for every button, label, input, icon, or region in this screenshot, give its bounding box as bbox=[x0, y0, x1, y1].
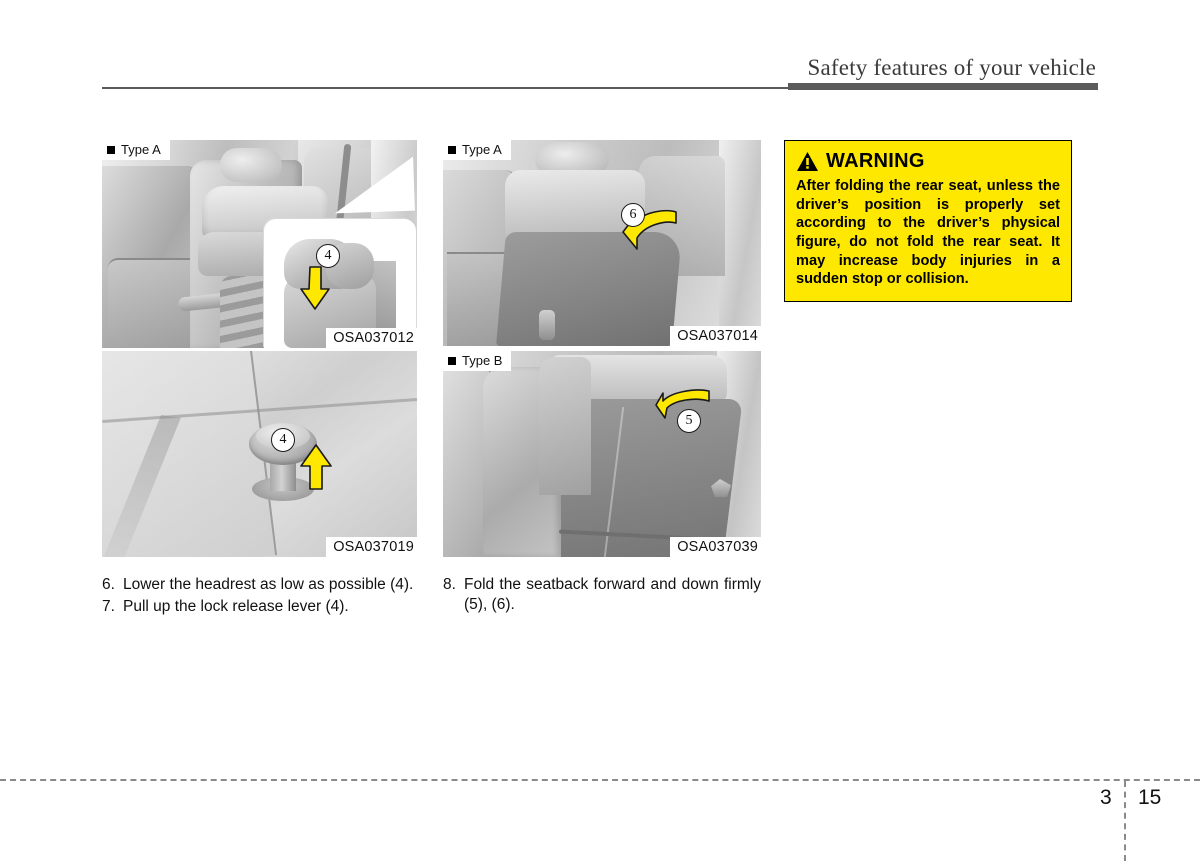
step-item-7: 7. Pull up the lock release lever (4). bbox=[102, 597, 417, 617]
left-column: 4 Type A OSA037012 4 OSA037019 6. Lower … bbox=[102, 140, 417, 620]
warning-body-text: After folding the rear seat, unless the … bbox=[796, 178, 1060, 288]
warning-title: WARNING bbox=[826, 150, 925, 172]
headrest-shape bbox=[220, 148, 282, 182]
figure-code-osa037012: OSA037012 bbox=[326, 328, 417, 348]
callout-4-lever: 4 bbox=[271, 428, 295, 452]
type-label-text: Type A bbox=[121, 142, 161, 157]
bullet-square-icon bbox=[448, 356, 456, 365]
illustration-lock-release-lever: 4 bbox=[102, 351, 417, 557]
callout-5: 5 bbox=[677, 409, 701, 433]
bullet-square-icon bbox=[107, 145, 115, 154]
footer-vertical-divider bbox=[1124, 781, 1126, 861]
step-number: 7. bbox=[102, 598, 115, 616]
type-label-a-mid: Type A bbox=[443, 140, 511, 160]
steps-middle-column: 8. Fold the seatback forward and down fi… bbox=[443, 575, 761, 616]
figure-lock-release-lever: 4 OSA037019 bbox=[102, 351, 417, 557]
steps-left-column: 6. Lower the headrest as low as possible… bbox=[102, 575, 417, 618]
page-header: Safety features of your vehicle bbox=[0, 0, 1200, 100]
figure-fold-seatback-type-a: 6 Type A OSA037014 bbox=[443, 140, 761, 346]
step-text: Lower the headrest as low as possible (4… bbox=[123, 576, 414, 593]
step-text: Fold the seatback forward and down firml… bbox=[464, 576, 761, 614]
illustration-headrest-type-a: 4 bbox=[102, 140, 417, 348]
figure-fold-seatback-type-b: 5 Type B OSA037039 bbox=[443, 351, 761, 557]
step-item-8: 8. Fold the seatback forward and down fi… bbox=[443, 575, 761, 616]
callout-6: 6 bbox=[621, 203, 645, 227]
illustration-fold-seatback-type-a: 6 bbox=[443, 140, 761, 346]
type-label-a: Type A bbox=[102, 140, 170, 160]
chapter-number: 3 bbox=[1100, 786, 1112, 809]
type-label-b: Type B bbox=[443, 351, 512, 371]
bullet-square-icon bbox=[448, 145, 456, 154]
figure-code-osa037019: OSA037019 bbox=[326, 537, 417, 557]
step-item-6: 6. Lower the headrest as low as possible… bbox=[102, 575, 417, 595]
seatback-upper-shape bbox=[539, 357, 591, 495]
figure-code-osa037039: OSA037039 bbox=[670, 537, 761, 557]
callout-4-inset: 4 bbox=[316, 244, 340, 268]
seat-latch-shape bbox=[539, 310, 555, 340]
step-number: 8. bbox=[443, 576, 456, 593]
window-highlight-shape bbox=[333, 156, 415, 214]
down-arrow-yellow bbox=[300, 266, 330, 310]
footer-divider bbox=[0, 779, 1200, 781]
step-text: Pull up the lock release lever (4). bbox=[123, 598, 349, 616]
figure-code-osa037014: OSA037014 bbox=[670, 326, 761, 346]
header-rule-accent bbox=[788, 83, 1098, 90]
warning-header: WARNING bbox=[796, 150, 1060, 173]
warning-triangle-icon bbox=[797, 152, 818, 171]
up-arrow-yellow bbox=[300, 444, 332, 490]
type-label-text: Type A bbox=[462, 142, 502, 157]
page-title: Safety features of your vehicle bbox=[807, 55, 1096, 80]
right-column: WARNING After folding the rear seat, unl… bbox=[784, 140, 1096, 303]
page-number: 15 bbox=[1138, 786, 1162, 809]
door-pillar-shape bbox=[719, 140, 761, 346]
figure-headrest-type-a: 4 Type A OSA037012 bbox=[102, 140, 417, 348]
warning-box: WARNING After folding the rear seat, unl… bbox=[784, 140, 1072, 303]
type-label-text: Type B bbox=[462, 353, 503, 368]
middle-column: 6 Type A OSA037014 5 Type B OSA037039 8.… bbox=[443, 140, 761, 618]
illustration-fold-seatback-type-b: 5 bbox=[443, 351, 761, 557]
step-number: 6. bbox=[102, 576, 115, 593]
